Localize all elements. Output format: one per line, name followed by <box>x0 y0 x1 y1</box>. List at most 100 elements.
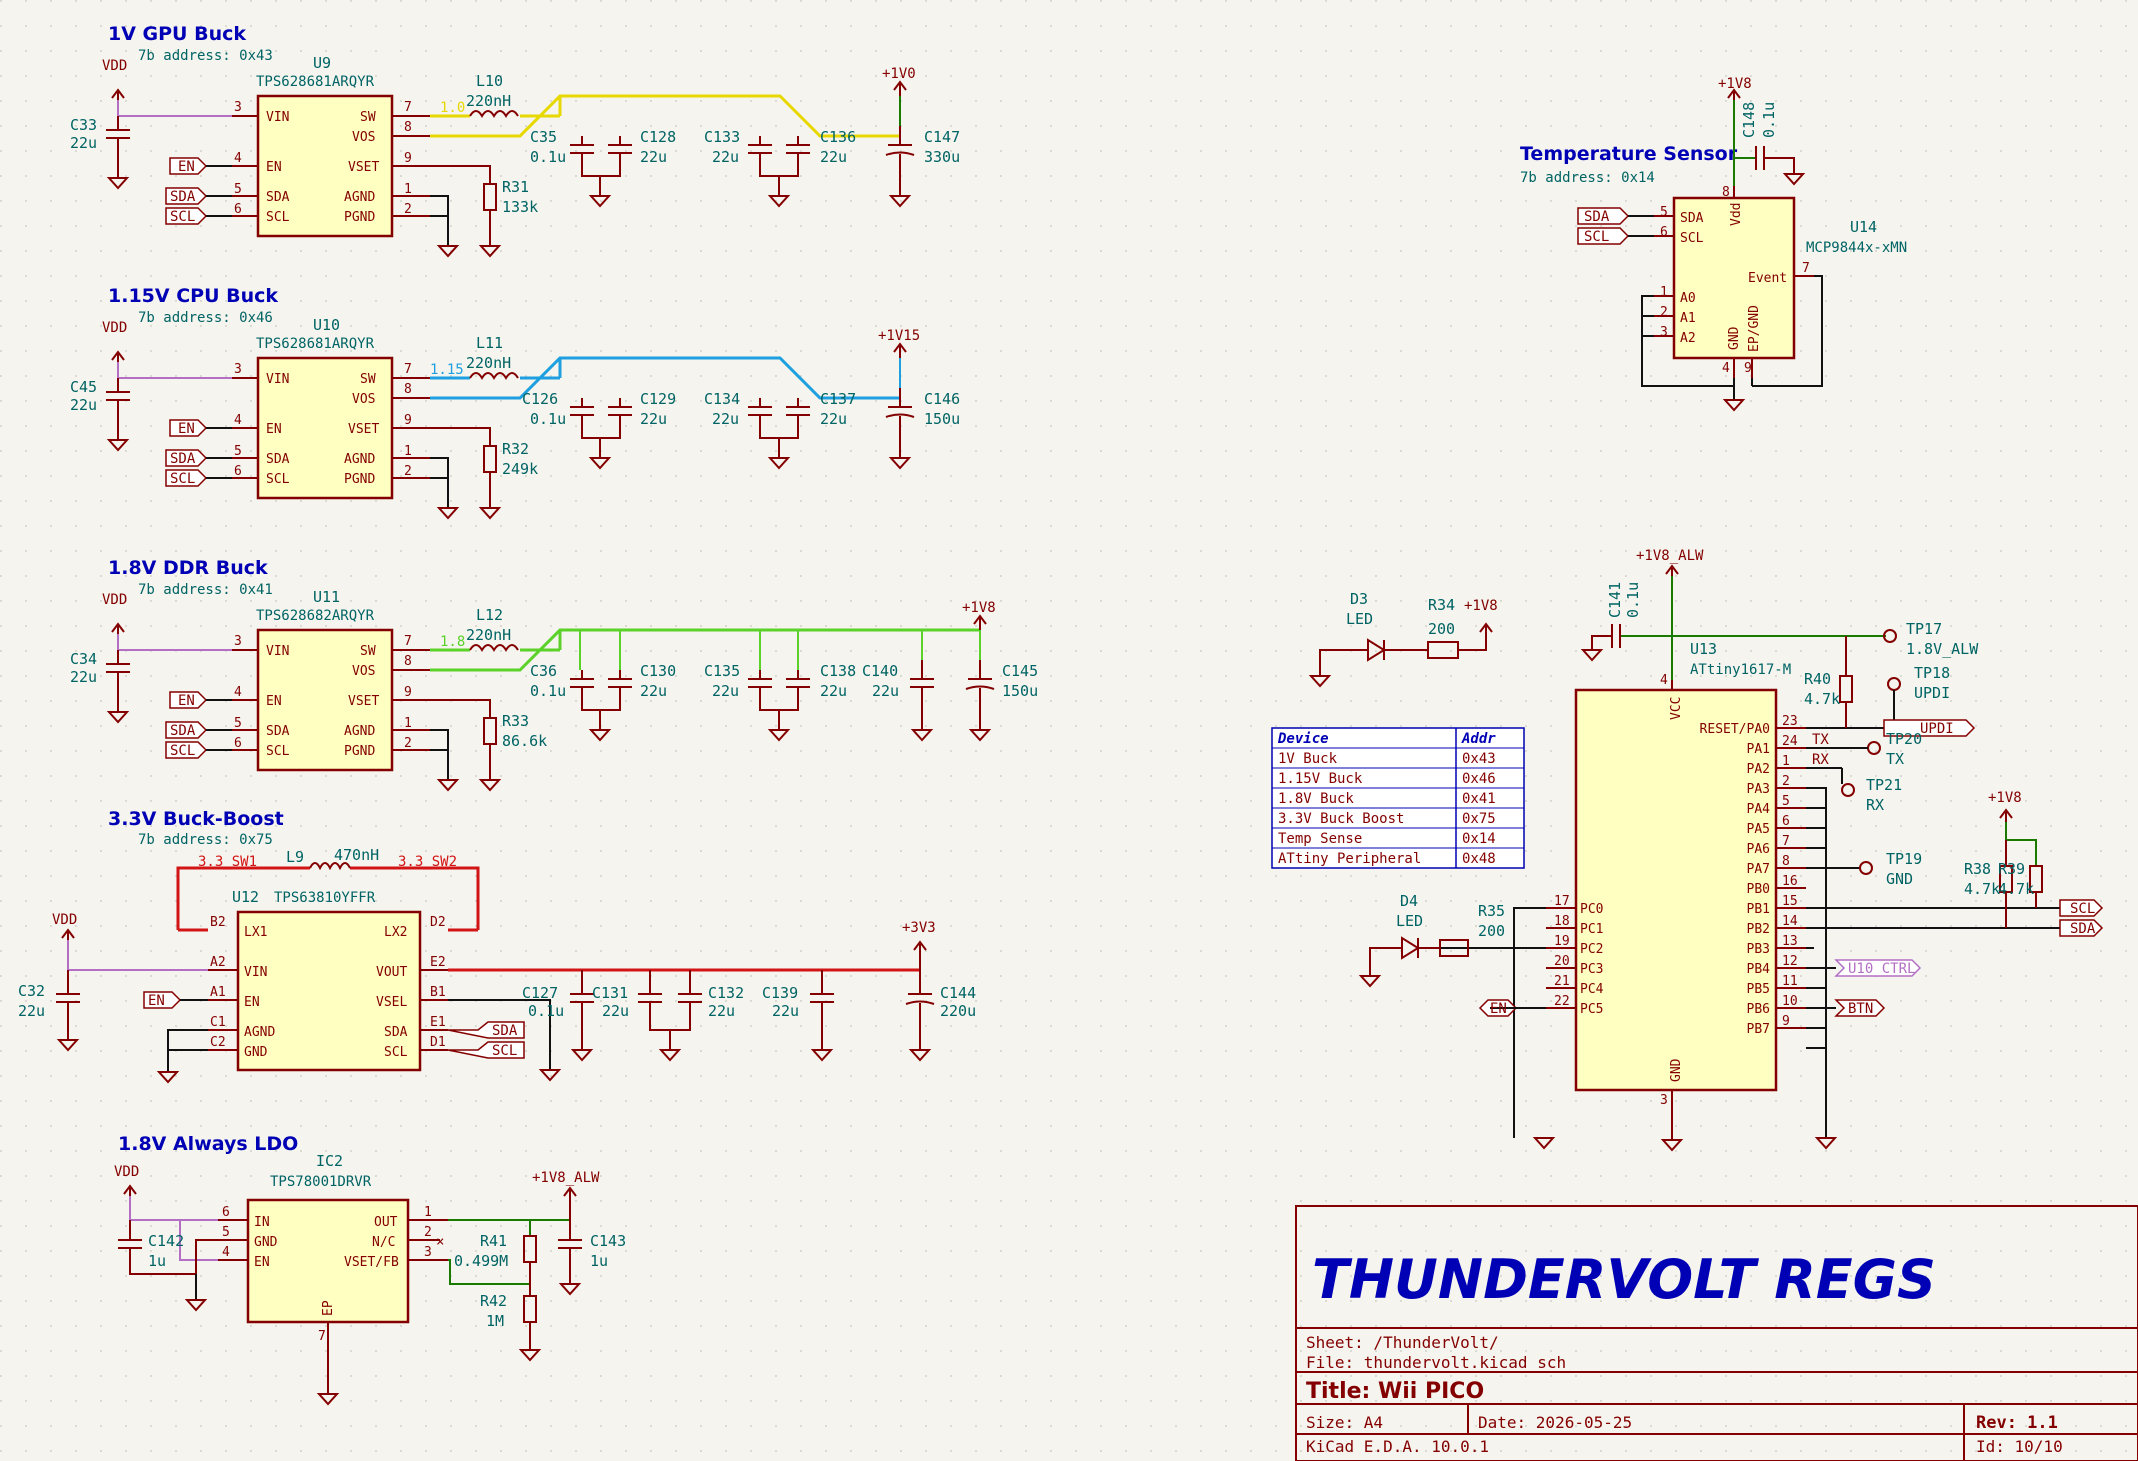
ic-part: TPS628681ARQYR <box>256 74 375 90</box>
table-header: Device <box>1277 731 1329 747</box>
pin-num: 5 <box>234 444 242 459</box>
sheet-id: Id: 10/10 <box>1976 1437 2063 1456</box>
vdd-label: VDD <box>102 592 127 608</box>
mcu-pin-num: 12 <box>1782 954 1798 969</box>
mcu-pin-num: 10 <box>1782 994 1798 1009</box>
cap-ref: C142 <box>148 1232 184 1250</box>
table-cell: 3.3V Buck Boost <box>1278 811 1404 827</box>
ic-ref: IC2 <box>316 1152 343 1170</box>
pin-num: 3 <box>234 634 242 649</box>
inductor-ref: L10 <box>476 72 503 90</box>
sw-net-label: 1.0 <box>440 100 465 116</box>
vdd-label: VDD <box>102 320 127 336</box>
mcu-pin-num: 23 <box>1782 714 1798 729</box>
pin-num: 6 <box>234 202 242 217</box>
mcu-pin-name: PA7 <box>1747 862 1770 877</box>
inductor-value: 470nH <box>334 846 379 864</box>
pin-num: 1 <box>404 444 412 459</box>
pin-num: 5 <box>234 182 242 197</box>
pin-num: 5 <box>1660 205 1668 220</box>
pin-name: EN <box>266 160 282 175</box>
pin-name: Vdd <box>1729 203 1744 226</box>
pin-num: 4 <box>234 151 242 166</box>
mcu-pin-num: 11 <box>1782 974 1798 989</box>
tp-net: 1.8V_ALW <box>1906 640 1979 658</box>
project-title: THUNDERVOLT REGS <box>1312 1248 1936 1311</box>
section-title: 1V GPU Buck <box>108 23 246 45</box>
pin-num: 3 <box>234 100 242 115</box>
pin-name: SCL <box>1680 231 1704 246</box>
section-title: Temperature Sensor <box>1520 143 1738 165</box>
cap-value: 22u <box>820 410 847 428</box>
mcu-pin-num: 9 <box>1782 1014 1790 1029</box>
mcu-pin-num: 17 <box>1554 894 1570 909</box>
en-text: EN <box>178 693 195 709</box>
mcu-pin-num: 8 <box>1782 854 1790 869</box>
cap-ref: C138 <box>820 662 856 680</box>
pin-name: PGND <box>344 472 375 487</box>
tp-ref: TP17 <box>1906 620 1942 638</box>
tool-version: KiCad E.D.A. 10.0.1 <box>1306 1437 1489 1456</box>
mcu-pin-num: 21 <box>1554 974 1570 989</box>
cap-value: 330u <box>924 148 960 166</box>
sda-text: SDA <box>2070 921 2096 937</box>
table-cell: 1.8V Buck <box>1278 791 1354 807</box>
pin-name: VIN <box>266 644 289 659</box>
mcu-pin-num: 18 <box>1554 914 1570 929</box>
cap-value: 22u <box>712 148 739 166</box>
cap-ref: C127 <box>522 984 558 1002</box>
btn-text: BTN <box>1848 1001 1873 1017</box>
section-address: 7b address: 0x43 <box>138 48 273 64</box>
res-ref: R34 <box>1428 596 1455 614</box>
mcu-pin-name: PA2 <box>1747 762 1770 777</box>
cap-ref: C140 <box>862 662 898 680</box>
mcu-pin-name: PA3 <box>1747 782 1770 797</box>
pin-num: 8 <box>404 654 412 669</box>
pin-num: 9 <box>1744 361 1752 376</box>
pin-num: 7 <box>318 1329 326 1344</box>
tp-net: UPDI <box>1914 684 1950 702</box>
table-cell: 0x41 <box>1462 791 1496 807</box>
sda-text: SDA <box>170 189 196 205</box>
tp-net: TX <box>1886 750 1904 768</box>
pin-num: B1 <box>430 985 446 1000</box>
scl-text: SCL <box>492 1043 517 1059</box>
cap-ref: C141 <box>1606 582 1624 618</box>
pin-num: 1 <box>404 182 412 197</box>
cap-ref: C137 <box>820 390 856 408</box>
pin-name: SW <box>360 644 376 659</box>
res-value: 4.7k <box>1998 880 2034 898</box>
pin-name: VIN <box>266 372 289 387</box>
ic-ref: U12 <box>232 888 259 906</box>
rail-label: +1V0 <box>882 66 916 82</box>
res-value: 200 <box>1478 922 1505 940</box>
sda-text: SDA <box>1584 209 1610 225</box>
table-header: Addr <box>1461 731 1496 747</box>
schematic-canvas[interactable]: 1V GPU Buck 7b address: 0x43 U9 TPS62868… <box>0 0 2138 1461</box>
pin-num: 8 <box>404 382 412 397</box>
pin-num: 7 <box>404 634 412 649</box>
pin-num: 3 <box>234 362 242 377</box>
rail-label: +1V8 <box>962 600 996 616</box>
cap-ref: C33 <box>70 116 97 134</box>
cap-ref: C128 <box>640 128 676 146</box>
res-value: 200 <box>1428 620 1455 638</box>
pin-name: SCL <box>266 472 290 487</box>
led-value: LED <box>1346 610 1373 628</box>
rail-label: +1V8 <box>1464 598 1498 614</box>
cap-value: 22u <box>70 396 97 414</box>
sda-text: SDA <box>492 1023 518 1039</box>
pin-num: 6 <box>234 736 242 751</box>
res-ref: R31 <box>502 178 529 196</box>
section-address: 7b address: 0x41 <box>138 582 273 598</box>
mcu-pin-num: 15 <box>1782 894 1798 909</box>
pin-name: Event <box>1748 271 1787 286</box>
cap-value: 22u <box>640 682 667 700</box>
pin-num: 6 <box>222 1205 230 1220</box>
mcu-pin-num: 22 <box>1554 994 1570 1009</box>
res-value: 1M <box>486 1312 504 1330</box>
cap-value: 22u <box>708 1002 735 1020</box>
cap-value: 150u <box>924 410 960 428</box>
rail-label: +1V8_ALW <box>532 1170 600 1186</box>
mcu-pin-name: PB5 <box>1747 982 1770 997</box>
